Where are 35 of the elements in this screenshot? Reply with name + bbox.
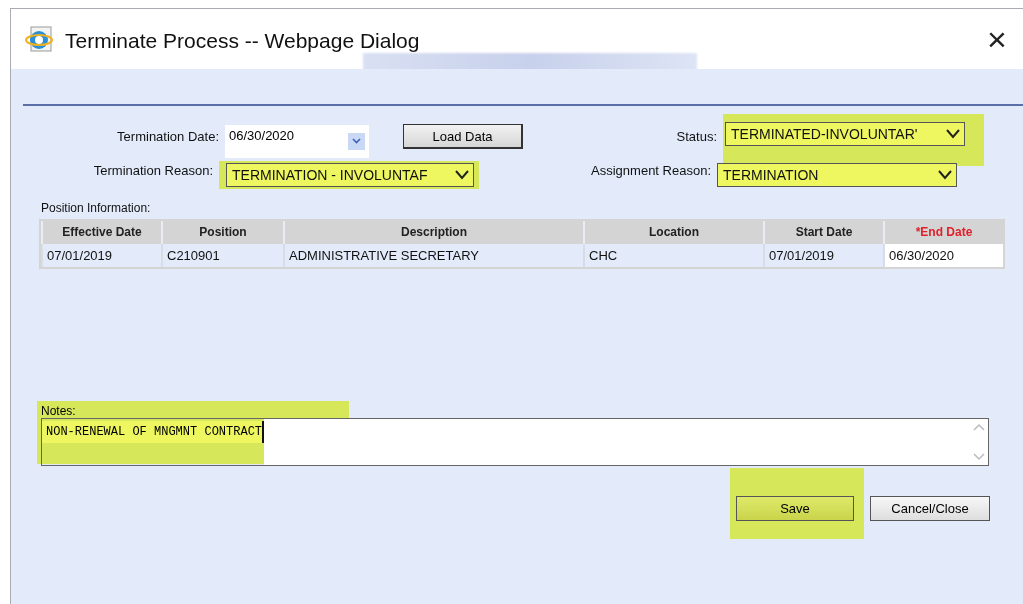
assignment-select[interactable]: TERMINATION [717, 163, 957, 187]
dialog-button[interactable]: Cancel/Close [870, 496, 990, 521]
scroll-up-icon[interactable] [973, 423, 985, 431]
table-cell: C210901 [161, 244, 283, 267]
chevron-down-icon [352, 138, 361, 144]
status-select[interactable]: TERMINATED-INVOLUNTAR' [725, 122, 965, 146]
chevron-down-icon [455, 170, 469, 180]
table-cell: 07/01/2019 [41, 244, 161, 267]
section-label: Position Information: [41, 201, 152, 215]
close-button[interactable]: × [977, 19, 1017, 59]
column-header: Description [283, 221, 583, 244]
notes-field[interactable]: NON-RENEWAL OF MNGMNT CONTRACT [41, 418, 989, 466]
table-cell: ADMINISTRATIVE SECRETARY [283, 244, 583, 267]
load-data-button[interactable]: Load Data [403, 124, 523, 149]
chevron-down-icon [946, 129, 960, 139]
column-header: Effective Date [41, 221, 161, 244]
field-label: Termination Date: [116, 129, 220, 144]
date-field[interactable]: 06/30/2020 [225, 124, 369, 158]
window-title: Terminate Process -- Webpage Dialog [65, 29, 421, 53]
field-label: Assignment Reason: [590, 163, 712, 178]
field-label: Status: [675, 129, 718, 144]
table-cell: CHC [583, 244, 763, 267]
column-header: Position [161, 221, 283, 244]
notes-label: Notes: [41, 403, 77, 418]
column-header: *End Date [883, 221, 1003, 244]
column-header: Start Date [763, 221, 883, 244]
browser-logo-icon [25, 24, 55, 54]
dialog-button[interactable]: Save [736, 496, 854, 521]
scroll-down-icon[interactable] [973, 453, 985, 461]
field-label: Termination Reason: [92, 163, 214, 178]
column-header: Location [583, 221, 763, 244]
chevron-down-icon [938, 170, 952, 180]
end-date-field[interactable]: 06/30/2020 [883, 244, 1003, 267]
reason-select[interactable]: TERMINATION - INVOLUNTAF [226, 163, 474, 187]
notes-text: NON-RENEWAL OF MNGMNT CONTRACT [42, 421, 265, 443]
